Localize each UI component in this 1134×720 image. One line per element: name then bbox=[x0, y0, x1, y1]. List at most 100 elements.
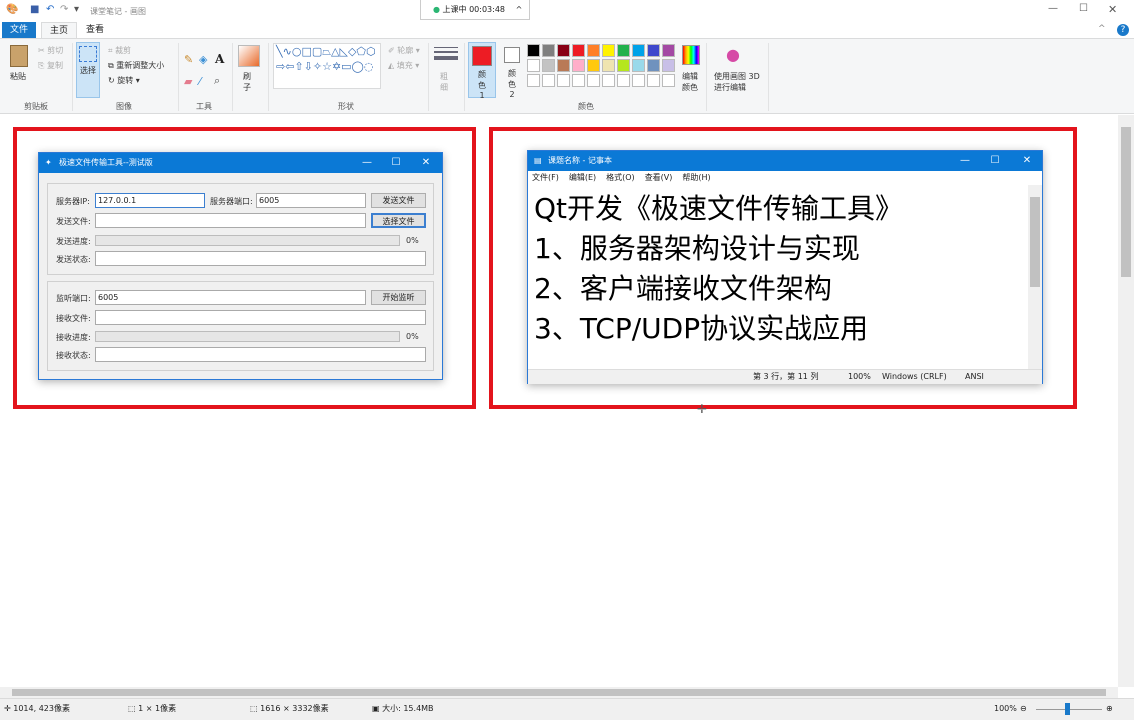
palette-swatch[interactable] bbox=[632, 74, 645, 87]
send-file-input[interactable] bbox=[95, 213, 366, 228]
start-listen-button[interactable]: 开始监听 bbox=[371, 290, 426, 305]
palette-swatch[interactable] bbox=[662, 74, 675, 87]
palette-swatch[interactable] bbox=[662, 44, 675, 57]
copy-button[interactable]: ⎘ 复制 bbox=[38, 60, 63, 71]
qt-minimize-button[interactable]: — bbox=[352, 153, 382, 173]
collapse-ribbon-icon[interactable]: ^ bbox=[1098, 24, 1106, 34]
send-status-input[interactable] bbox=[95, 251, 426, 266]
notepad-close-button[interactable]: ✕ bbox=[1012, 151, 1042, 171]
palette-swatch[interactable] bbox=[632, 59, 645, 72]
zoom-in-button[interactable]: ⊕ bbox=[1106, 699, 1113, 719]
send-progress-bar bbox=[95, 235, 400, 246]
color1-button[interactable]: 颜色 1 bbox=[468, 42, 496, 100]
close-button[interactable]: ✕ bbox=[1108, 3, 1117, 16]
select-file-button[interactable]: 选择文件 bbox=[371, 213, 426, 228]
crop-button[interactable]: ⌗ 裁剪 bbox=[108, 45, 131, 56]
brush-button[interactable]: 刷子 bbox=[243, 71, 255, 93]
recv-status-label: 接收状态: bbox=[56, 351, 91, 360]
notepad-text-area[interactable]: Qt开发《极速文件传输工具》 1、服务器架构设计与实现 2、客户端接收文件架构 … bbox=[528, 185, 1028, 369]
palette-swatch[interactable] bbox=[572, 74, 585, 87]
pencil-icon[interactable]: ✎ bbox=[184, 53, 193, 66]
palette-swatch[interactable] bbox=[617, 44, 630, 57]
cut-button[interactable]: ✂ 剪切 bbox=[38, 45, 63, 56]
qt-maximize-button[interactable]: ☐ bbox=[381, 153, 411, 173]
tab-file[interactable]: 文件 bbox=[2, 22, 37, 38]
eraser-icon[interactable]: ▰ bbox=[184, 75, 192, 88]
vertical-scrollbar[interactable] bbox=[1118, 115, 1134, 687]
menu-view[interactable]: 查看(V) bbox=[645, 172, 673, 185]
group-label-colors: 颜色 bbox=[578, 102, 594, 111]
fill-icon[interactable]: ◈ bbox=[199, 53, 207, 66]
rotate-button[interactable]: ↻ 旋转 ▾ bbox=[108, 75, 140, 86]
shapes-gallery[interactable]: ╲∿○□▢⏢△◺◇⬠⬡⇨⇦⇧⇩✧☆✡▭◯◌ bbox=[273, 43, 381, 89]
minimize-button[interactable]: — bbox=[1048, 3, 1058, 14]
tab-home[interactable]: 主页 bbox=[41, 22, 78, 38]
color2-button[interactable]: 颜色 2 bbox=[499, 42, 525, 99]
qt-window-title: 极速文件传输工具--测试版 bbox=[59, 158, 153, 167]
listen-port-input[interactable]: 6005 bbox=[95, 290, 366, 305]
color-picker-icon[interactable]: ⁄ bbox=[199, 75, 201, 88]
palette-swatch[interactable] bbox=[602, 74, 615, 87]
palette-swatch[interactable] bbox=[542, 59, 555, 72]
resize-button[interactable]: ⧉ 重新调整大小 bbox=[108, 60, 164, 71]
redo-icon[interactable]: ↷ bbox=[60, 4, 68, 15]
recording-indicator[interactable]: ● 上课中 00:03:48 ^ bbox=[420, 0, 530, 20]
palette-swatch[interactable] bbox=[587, 59, 600, 72]
group-label-image: 图像 bbox=[116, 102, 132, 111]
paint3d-button[interactable]: 使用画图 3D 进行编辑 bbox=[714, 71, 762, 93]
notepad-minimize-button[interactable]: — bbox=[950, 151, 980, 171]
palette-swatch[interactable] bbox=[557, 59, 570, 72]
magnifier-icon[interactable]: ⌕ bbox=[214, 74, 220, 88]
palette-swatch[interactable] bbox=[662, 59, 675, 72]
customize-toolbar-icon[interactable]: ▾ bbox=[74, 4, 79, 15]
palette-swatch[interactable] bbox=[617, 74, 630, 87]
palette-swatch[interactable] bbox=[557, 44, 570, 57]
palette-swatch[interactable] bbox=[527, 44, 540, 57]
color-palette bbox=[527, 44, 679, 87]
edit-colors-button[interactable]: 编辑颜色 bbox=[682, 71, 700, 93]
send-file-button[interactable]: 发送文件 bbox=[371, 193, 426, 208]
save-icon[interactable]: ■ bbox=[30, 4, 39, 15]
palette-swatch[interactable] bbox=[557, 74, 570, 87]
menu-edit[interactable]: 编辑(E) bbox=[569, 172, 596, 185]
text-icon[interactable]: A bbox=[215, 52, 224, 66]
qt-close-button[interactable]: ✕ bbox=[411, 153, 441, 173]
undo-icon[interactable]: ↶ bbox=[46, 4, 54, 15]
palette-swatch[interactable] bbox=[587, 74, 600, 87]
palette-swatch[interactable] bbox=[542, 44, 555, 57]
menu-file[interactable]: 文件(F) bbox=[532, 172, 559, 185]
send-progress-label: 发送进度: bbox=[56, 237, 91, 246]
fill-button[interactable]: ◭ 填充 ▾ bbox=[388, 60, 419, 71]
palette-swatch[interactable] bbox=[602, 44, 615, 57]
palette-swatch[interactable] bbox=[602, 59, 615, 72]
palette-swatch[interactable] bbox=[647, 44, 660, 57]
size-button[interactable]: 粗细 bbox=[440, 71, 452, 93]
palette-swatch[interactable] bbox=[632, 44, 645, 57]
maximize-button[interactable]: ☐ bbox=[1079, 3, 1088, 14]
notepad-maximize-button[interactable]: ☐ bbox=[980, 151, 1010, 171]
select-button[interactable]: 选择 bbox=[76, 42, 100, 98]
palette-swatch[interactable] bbox=[647, 59, 660, 72]
paste-button[interactable]: 粘贴 bbox=[10, 71, 26, 82]
menu-help[interactable]: 帮助(H) bbox=[682, 172, 710, 185]
zoom-out-button[interactable]: ⊖ bbox=[1020, 699, 1027, 719]
palette-swatch[interactable] bbox=[527, 59, 540, 72]
tab-view[interactable]: 查看 bbox=[78, 22, 112, 38]
server-ip-input[interactable]: 127.0.0.1 bbox=[95, 193, 205, 208]
palette-swatch[interactable] bbox=[572, 59, 585, 72]
horizontal-scrollbar[interactable] bbox=[0, 687, 1118, 698]
palette-swatch[interactable] bbox=[587, 44, 600, 57]
outline-button[interactable]: ✐ 轮廓 ▾ bbox=[388, 45, 420, 56]
recv-file-input[interactable] bbox=[95, 310, 426, 325]
palette-swatch[interactable] bbox=[572, 44, 585, 57]
server-port-input[interactable]: 6005 bbox=[256, 193, 366, 208]
palette-swatch[interactable] bbox=[647, 74, 660, 87]
palette-swatch[interactable] bbox=[542, 74, 555, 87]
menu-format[interactable]: 格式(O) bbox=[606, 172, 635, 185]
zoom-slider-thumb[interactable] bbox=[1065, 703, 1070, 715]
palette-swatch[interactable] bbox=[527, 74, 540, 87]
recv-status-input[interactable] bbox=[95, 347, 426, 362]
palette-swatch[interactable] bbox=[617, 59, 630, 72]
notepad-scrollbar[interactable] bbox=[1028, 185, 1042, 369]
help-icon[interactable]: ? bbox=[1117, 24, 1129, 36]
